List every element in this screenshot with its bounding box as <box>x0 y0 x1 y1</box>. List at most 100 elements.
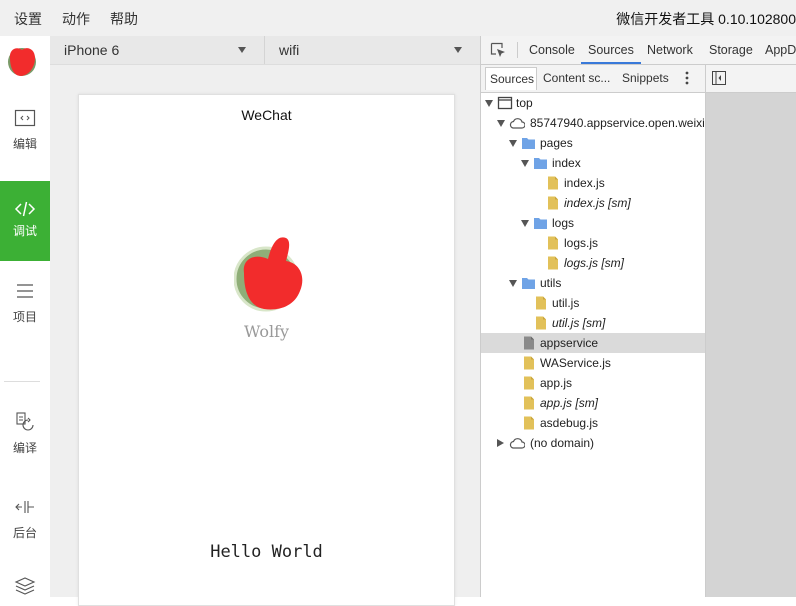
tree-file[interactable]: asdebug.js <box>481 413 705 433</box>
tab-network[interactable]: Network <box>647 36 693 64</box>
cloud-icon <box>509 438 525 449</box>
cloud-icon <box>509 118 525 129</box>
sidebar-item-label: 编辑 <box>12 137 37 151</box>
tree-item-label: pages <box>540 136 573 150</box>
editor-toolbar <box>706 65 796 93</box>
tree-item-label: 85747940.appservice.open.weixin <box>530 116 705 130</box>
tree-item-label: index.js <box>564 176 605 190</box>
tree-file[interactable]: util.js [sm] <box>481 313 705 333</box>
tree-item-label: index <box>552 156 581 170</box>
tree-file[interactable]: app.js [sm] <box>481 393 705 413</box>
menu-help[interactable]: 帮助 <box>110 9 138 29</box>
toggle-navigator-icon[interactable] <box>712 71 726 85</box>
expanded-arrow-icon[interactable] <box>485 100 493 107</box>
tree-file[interactable]: logs.js <box>481 233 705 253</box>
folder-icon <box>534 158 547 169</box>
simulator-area: WeChat Wolfy Hello World <box>50 65 480 606</box>
expanded-arrow-icon[interactable] <box>509 140 517 147</box>
tree-domain[interactable]: 85747940.appservice.open.weixin <box>481 113 705 133</box>
layers-icon <box>14 577 36 595</box>
expanded-arrow-icon[interactable] <box>497 120 505 127</box>
network-select-value: wifi <box>279 42 300 58</box>
js-file-icon <box>524 416 534 430</box>
collapsed-arrow-icon[interactable] <box>497 439 504 447</box>
motto-text: Hello World <box>210 542 323 562</box>
js-file-icon <box>548 196 558 210</box>
chevron-down-icon <box>454 47 462 53</box>
menubar: 设置 动作 帮助 微信开发者工具 0.10.102800 <box>0 0 796 36</box>
tree-file[interactable]: util.js <box>481 293 705 313</box>
menu-lines-icon <box>17 284 33 298</box>
tree-item-label: appservice <box>540 336 599 350</box>
tree-item-label: (no domain) <box>530 436 595 450</box>
js-file-icon <box>548 256 558 270</box>
tab-console[interactable]: Console <box>529 36 575 64</box>
js-file-icon <box>536 296 546 310</box>
tree-folder[interactable]: index <box>481 153 705 173</box>
tree-item-label: WAService.js <box>540 356 611 370</box>
document-icon <box>524 336 534 350</box>
app-title: 微信开发者工具 0.10.102800 <box>616 11 796 27</box>
avatar[interactable] <box>7 45 37 77</box>
navigator-tabbar: Sources Content sc... Snippets <box>481 65 705 93</box>
tree-item-label: logs.js <box>564 236 599 250</box>
devtools-tabbar: Console Sources Network Storage AppD <box>481 36 796 65</box>
background-icon <box>15 501 34 513</box>
tab-appdata[interactable]: AppD <box>765 36 796 64</box>
sidebar-divider <box>4 381 40 382</box>
device-toolbar: iPhone 6 wifi <box>50 36 480 65</box>
tab-snippets[interactable]: Snippets <box>618 67 674 90</box>
js-file-icon <box>524 356 534 370</box>
sidebar-item-compile[interactable]: 编译 <box>0 411 50 491</box>
more-vertical-icon[interactable] <box>685 71 689 85</box>
expanded-arrow-icon[interactable] <box>521 220 529 227</box>
sidebar-item-edit[interactable]: 编辑 <box>0 107 50 187</box>
tree-domain[interactable]: (no domain) <box>481 433 705 453</box>
sidebar-item-debug[interactable]: 调试 <box>0 181 50 261</box>
tree-item-label: utils <box>540 276 562 290</box>
tree-file[interactable]: WAService.js <box>481 353 705 373</box>
tree-item-label: app.js [sm] <box>540 396 599 410</box>
tree-item-label: index.js [sm] <box>564 196 631 210</box>
nav-title: WeChat <box>241 107 292 123</box>
tree-file[interactable]: index.js <box>481 173 705 193</box>
expanded-arrow-icon[interactable] <box>521 160 529 167</box>
sidebar-item-background[interactable]: 后台 <box>0 496 50 576</box>
tree-file[interactable]: appservice <box>481 333 705 353</box>
tree-item-label: logs.js [sm] <box>564 256 625 270</box>
tree-file[interactable]: logs.js [sm] <box>481 253 705 273</box>
tab-sources[interactable]: Sources <box>581 36 641 64</box>
tab-storage[interactable]: Storage <box>709 36 753 64</box>
sidebar-item-label: 项目 <box>12 310 37 324</box>
tree-item-label: top <box>516 96 533 110</box>
debug-code-icon <box>14 201 36 217</box>
phone-screen: WeChat Wolfy Hello World <box>78 94 455 606</box>
js-file-icon <box>536 316 546 330</box>
network-select[interactable]: wifi <box>265 36 480 64</box>
tab-divider <box>517 42 518 58</box>
tree-file[interactable]: index.js [sm] <box>481 193 705 213</box>
expanded-arrow-icon[interactable] <box>509 280 517 287</box>
folder-icon <box>522 278 535 289</box>
menu-settings[interactable]: 设置 <box>14 9 42 29</box>
sidebar-item-project[interactable]: 项目 <box>0 280 50 360</box>
tree-folder[interactable]: utils <box>481 273 705 293</box>
tree-file[interactable]: app.js <box>481 373 705 393</box>
sources-navigator: Sources Content sc... Snippets top 857479… <box>481 65 706 597</box>
device-select-value: iPhone 6 <box>64 42 120 58</box>
user-nickname: Wolfy <box>243 322 290 341</box>
inspect-element-icon[interactable] <box>490 42 506 58</box>
frame-icon <box>497 96 513 110</box>
tree-item-label: util.js <box>552 296 580 310</box>
tree-folder[interactable]: logs <box>481 213 705 233</box>
tab-sources-navigator[interactable]: Sources <box>485 67 537 90</box>
device-select[interactable]: iPhone 6 <box>50 36 264 64</box>
tree-domain[interactable]: top <box>481 93 705 113</box>
sidebar-item-layers[interactable] <box>0 574 50 597</box>
tab-content-scripts[interactable]: Content sc... <box>539 67 613 90</box>
user-avatar[interactable] <box>234 233 306 313</box>
tree-folder[interactable]: pages <box>481 133 705 153</box>
folder-icon <box>534 218 547 229</box>
menu-actions[interactable]: 动作 <box>62 9 90 29</box>
js-file-icon <box>548 236 558 250</box>
